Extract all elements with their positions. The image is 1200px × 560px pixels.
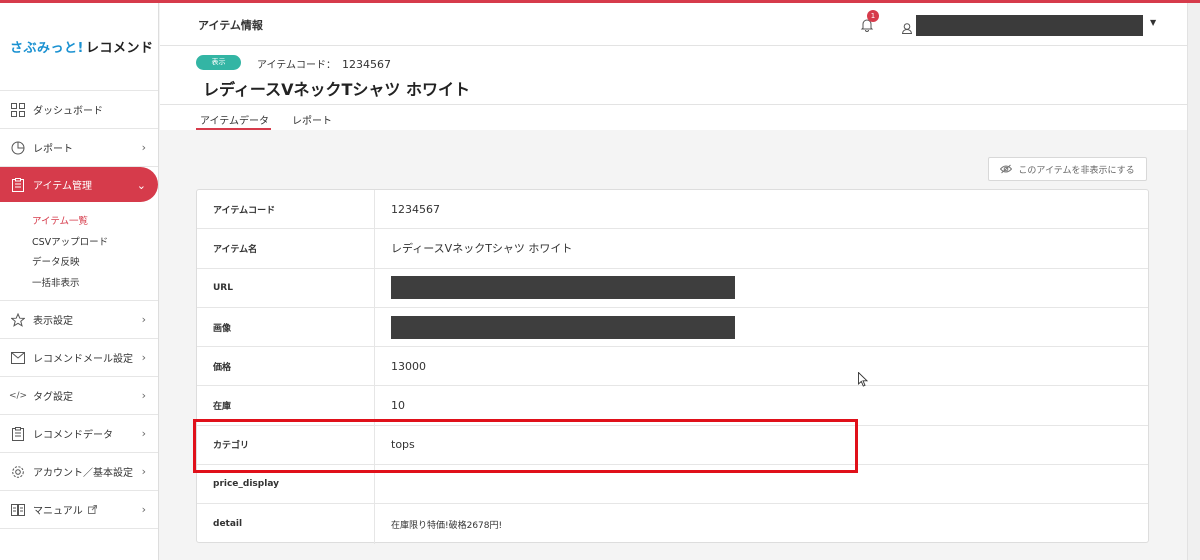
sidebar-item-label: ダッシュボード (33, 106, 103, 117)
sidebar-item-manual[interactable]: マニュアル › (0, 491, 158, 529)
user-icon (901, 19, 913, 38)
sidebar-item-recommend-mail[interactable]: レコメンドメール設定 › (0, 339, 158, 377)
row-key: URL (197, 268, 375, 307)
item-code-value: 1234567 (342, 58, 391, 71)
code-icon: </> (8, 390, 28, 401)
mail-icon (10, 350, 26, 366)
gear-icon (10, 464, 26, 480)
tab-report[interactable]: レポート (292, 112, 332, 127)
chevron-down-icon: ⌄ (136, 179, 146, 192)
notification-badge: 1 (867, 10, 879, 22)
table-row: 画像 (197, 307, 1148, 348)
status-badge: 表示 (196, 55, 241, 70)
divider (160, 104, 1187, 105)
row-key: 価格 (197, 347, 375, 386)
item-header: 表示 アイテムコード： 1234567 レディースVネックTシャツ ホワイト アイ… (160, 46, 1187, 130)
row-value (375, 269, 1148, 307)
chevron-right-icon: › (141, 313, 146, 326)
brand-logo-part1: さぶみっと! (10, 41, 84, 56)
chevron-right-icon: › (141, 141, 146, 154)
star-icon (10, 312, 26, 328)
url-redacted (391, 276, 735, 300)
chevron-right-icon: › (141, 351, 146, 364)
sidebar-item-label: レポート (33, 144, 73, 155)
sidebar-item-dashboard[interactable]: ダッシュボード (0, 91, 158, 129)
subitem-item-list[interactable]: アイテム一覧 (32, 212, 158, 233)
caret-down-icon[interactable]: ▼ (1150, 18, 1156, 27)
subitem-csv-upload[interactable]: CSVアップロード (32, 233, 158, 254)
external-link-icon (87, 505, 97, 514)
sidebar-submenu: アイテム一覧 CSVアップロード データ反映 一括非表示 (0, 202, 158, 301)
table-row: URL (197, 268, 1148, 308)
table-row: detail 在庫限り特価!破格2678円! (197, 504, 1148, 544)
chevron-right-icon: › (141, 389, 146, 402)
row-value: 1234567 (391, 202, 440, 216)
table-row: アイテム名 レディースVネックTシャツ ホワイト (197, 229, 1148, 269)
item-code-line: アイテムコード： 1234567 (257, 56, 391, 71)
category-highlight-box (193, 419, 858, 473)
chevron-right-icon: › (141, 465, 146, 478)
book-icon (10, 502, 26, 518)
table-row: アイテムコード 1234567 (197, 190, 1148, 230)
sidebar: さぶみっと! レコメンド ダッシュボード レポート › アイテム管理 ⌄ アイテ… (0, 3, 159, 560)
chevron-right-icon: › (141, 427, 146, 440)
subitem-bulk-hide[interactable]: 一括非表示 (32, 274, 158, 295)
pie-chart-icon (10, 140, 26, 156)
username-redacted[interactable] (916, 15, 1143, 36)
dashboard-icon (10, 102, 26, 118)
hide-item-button[interactable]: このアイテムを非表示にする (988, 157, 1147, 181)
eye-slash-icon (1000, 164, 1013, 174)
item-data-table: アイテムコード 1234567 アイテム名 レディースVネックTシャツ ホワイト… (196, 189, 1149, 544)
sidebar-item-label: タグ設定 (33, 392, 73, 403)
row-value: 在庫限り特価!破格2678円! (391, 520, 503, 531)
mouse-cursor-icon (858, 371, 869, 391)
sidebar-item-label: アカウント／基本設定 (33, 468, 133, 479)
row-value: 13000 (391, 359, 426, 373)
table-row: 価格 13000 (197, 347, 1148, 387)
page-scrollbar[interactable] (1187, 3, 1200, 560)
item-title: レディースVネックTシャツ ホワイト (203, 80, 470, 99)
document-icon (10, 426, 26, 442)
sidebar-item-label: レコメンドデータ (33, 430, 113, 441)
clipboard-icon (10, 177, 26, 193)
chevron-right-icon: › (141, 503, 146, 516)
active-tab-indicator (196, 128, 271, 130)
subitem-data-reflect[interactable]: データ反映 (32, 253, 158, 274)
hide-item-label: このアイテムを非表示にする (1018, 165, 1135, 176)
sidebar-item-label: アイテム管理 (33, 181, 92, 192)
image-redacted (391, 315, 735, 339)
tab-item-data[interactable]: アイテムデータ (200, 112, 269, 127)
brand-logo-part2: レコメンド (85, 41, 154, 56)
sidebar-item-recommend-data[interactable]: レコメンドデータ › (0, 415, 158, 453)
item-code-label: アイテムコード： (257, 60, 336, 71)
row-key: アイテム名 (197, 229, 375, 268)
sidebar-item-label: 表示設定 (33, 316, 73, 327)
sidebar-item-label: マニュアル (33, 506, 83, 517)
row-key: detail (197, 504, 375, 544)
sidebar-item-account-settings[interactable]: アカウント／基本設定 › (0, 453, 158, 491)
brand-logo[interactable]: さぶみっと! レコメンド (0, 3, 158, 91)
row-key: アイテムコード (197, 190, 375, 229)
row-key: 画像 (197, 307, 375, 347)
sidebar-item-tag-settings[interactable]: </> タグ設定 › (0, 377, 158, 415)
row-value (375, 308, 1148, 346)
sidebar-item-item-management[interactable]: アイテム管理 ⌄ (0, 167, 158, 202)
sidebar-item-display-settings[interactable]: 表示設定 › (0, 301, 158, 339)
top-header: アイテム情報 1 ▼ (160, 3, 1187, 46)
row-value: レディースVネックTシャツ ホワイト (391, 242, 573, 256)
sidebar-item-report[interactable]: レポート › (0, 129, 158, 167)
sidebar-item-label: レコメンドメール設定 (33, 354, 133, 365)
page-title: アイテム情報 (198, 19, 263, 32)
